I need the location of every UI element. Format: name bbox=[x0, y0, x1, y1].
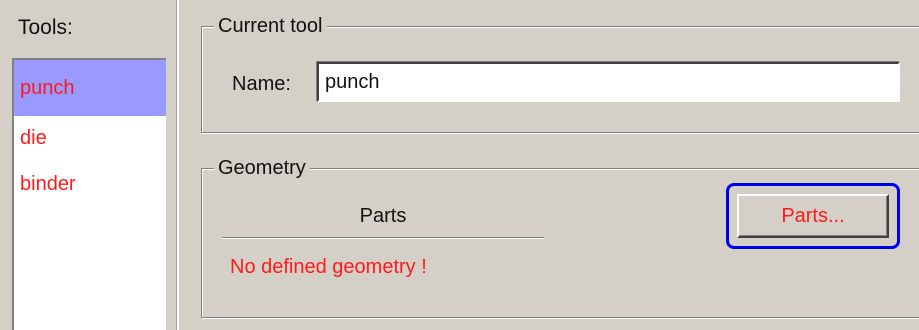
tool-item-punch[interactable]: punch bbox=[14, 60, 166, 116]
name-input[interactable] bbox=[317, 62, 900, 102]
parts-button[interactable]: Parts... bbox=[737, 194, 889, 238]
current-tool-group: Current tool Name: bbox=[201, 11, 919, 133]
no-geometry-message: No defined geometry ! bbox=[230, 256, 427, 278]
current-tool-legend: Current tool bbox=[214, 11, 327, 41]
geometry-group: Geometry Parts No defined geometry ! Par… bbox=[201, 153, 919, 318]
name-label: Name: bbox=[232, 73, 291, 95]
tool-item-binder[interactable]: binder bbox=[14, 160, 166, 208]
tools-list[interactable]: punch die binder bbox=[12, 58, 166, 330]
parts-button-highlight: Parts... bbox=[726, 183, 900, 249]
parts-column-header: Parts bbox=[222, 201, 544, 238]
panel-divider[interactable] bbox=[176, 0, 179, 330]
geometry-legend: Geometry bbox=[214, 153, 310, 183]
tool-item-die[interactable]: die bbox=[14, 116, 166, 160]
tools-label: Tools: bbox=[18, 16, 73, 39]
